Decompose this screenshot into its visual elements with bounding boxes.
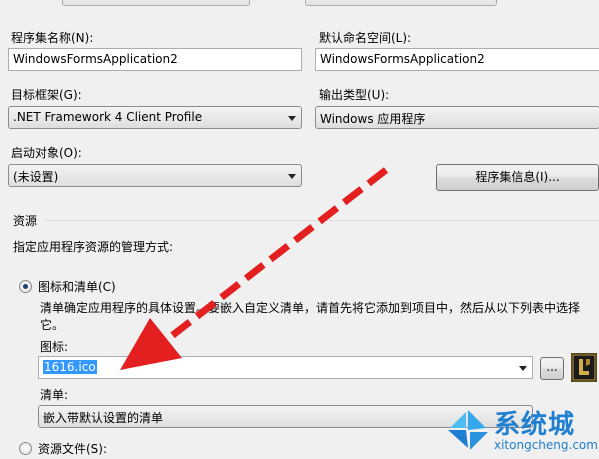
watermark: 系统城 xitongcheng.com [444,402,599,459]
annotation-arrow [120,167,389,370]
watermark-brand: 系统城 [494,410,576,440]
windows-logo-icon [448,410,488,450]
watermark-site: xitongcheng.com [494,438,598,452]
